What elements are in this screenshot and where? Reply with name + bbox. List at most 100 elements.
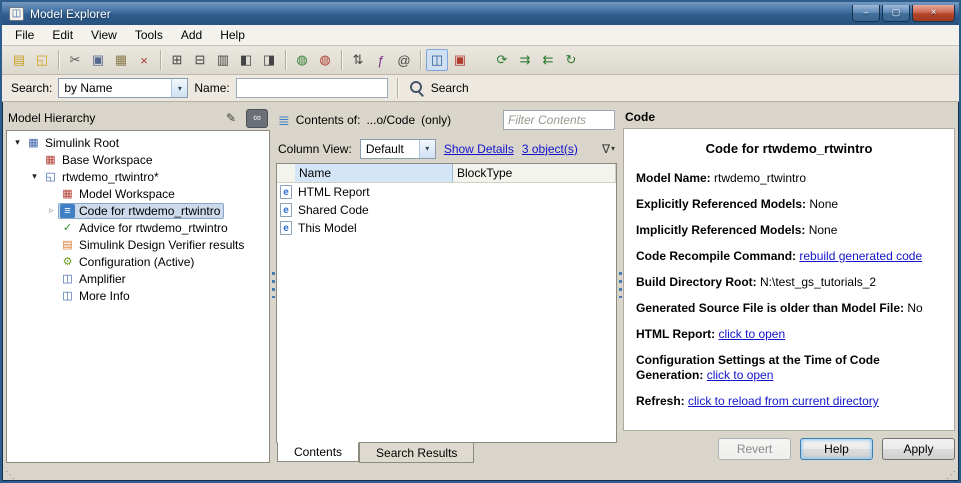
close-button[interactable]: ×	[912, 5, 955, 22]
app-icon: ◫	[9, 6, 24, 21]
menu-item-add[interactable]: Add	[172, 25, 211, 45]
new-model-icon[interactable]: ▤	[8, 49, 30, 71]
web-green-icon[interactable]: ◍	[291, 49, 313, 71]
list-view-icon[interactable]: ▥	[212, 49, 234, 71]
menubar: File Edit View Tools Add Help	[2, 25, 959, 46]
menu-item-file[interactable]: File	[6, 25, 43, 45]
column-header-name[interactable]: Name	[295, 164, 453, 182]
search-type-dropdown[interactable]: by Name ▾	[58, 78, 189, 98]
table-row-this-model[interactable]: e This Model	[277, 219, 616, 237]
tree-item-model-workspace[interactable]: ▦ Model Workspace	[7, 185, 269, 202]
search-button[interactable]: Search	[407, 79, 469, 97]
tab-contents[interactable]: Contents	[277, 442, 360, 462]
chevron-down-icon: ▾	[418, 139, 435, 158]
column-header-blocktype[interactable]: BlockType	[453, 164, 616, 182]
tree-item-simulink-design-verifier-results[interactable]: ▤ Simulink Design Verifier results	[7, 236, 269, 253]
split-right-icon[interactable]: ◨	[258, 49, 280, 71]
expander-icon[interactable]: ▾	[11, 137, 24, 148]
table-row-html-report[interactable]: e HTML Report	[277, 183, 616, 201]
toolbar: ▤ ◱ ✂ ▣ ▦ × ⊞ ⊟ ▥ ◧ ◨ ◍ ◍ ⇅ ƒ @ ◫ ▣ ⟳ ⇉ ⇇ ↻	[2, 46, 959, 75]
refresh-icon[interactable]: ↻	[560, 49, 582, 71]
field-value[interactable]: click to reload from current directory	[688, 394, 879, 408]
separator	[396, 78, 398, 98]
maximize-button[interactable]: ▢	[882, 5, 910, 22]
block-icon: ◫	[62, 290, 73, 302]
field-value: None	[808, 223, 838, 237]
tree-item-label: Amplifier	[79, 271, 126, 286]
menu-item-help[interactable]: Help	[211, 25, 254, 45]
objects-count-link[interactable]: 3 object(s)	[522, 142, 578, 156]
tree-item-advice-for-rtwdemo-rtwintro[interactable]: ✓ Advice for rtwdemo_rtwintro	[7, 219, 269, 236]
revert-changes-icon[interactable]: ⇇	[537, 49, 559, 71]
cell-name: HTML Report	[298, 185, 370, 199]
detail-field-explicitly-referenced-models: Explicitly Referenced Models: None	[636, 197, 942, 212]
base-workspace-icon: ▦	[45, 154, 56, 166]
column-view-toggle-icon[interactable]: ◫	[426, 49, 448, 71]
expander-icon[interactable]: ▹	[45, 205, 58, 216]
toolbar-separator	[58, 50, 59, 70]
update-diagram-icon[interactable]: ⟳	[491, 49, 513, 71]
toolbar-separator	[160, 50, 161, 70]
contents-toolbar: Column View: Default ▾ Show Details 3 ob…	[276, 134, 617, 163]
tree-item-label: Simulink Root	[45, 135, 120, 150]
model-hierarchy-tree: ▾ ▦ Simulink Root ▦ Base Workspace ▾ ◱ rtwdemo_…	[6, 130, 270, 463]
sort-icon[interactable]: ⇅	[347, 49, 369, 71]
field-label: Implicitly Referenced Models:	[636, 223, 809, 237]
filter-options-icon[interactable]: ∇ ▾	[602, 142, 615, 156]
copy-icon[interactable]: ▣	[87, 49, 109, 71]
tree-item-more-info[interactable]: ◫ More Info	[7, 287, 269, 304]
field-value[interactable]: click to open	[718, 327, 785, 341]
tree-item-label: Base Workspace	[62, 152, 153, 167]
paste-icon[interactable]: ▦	[110, 49, 132, 71]
split-left-icon[interactable]: ◧	[235, 49, 257, 71]
table-row-shared-code[interactable]: e Shared Code	[277, 201, 616, 219]
menu-item-tools[interactable]: Tools	[126, 25, 172, 45]
menu-item-edit[interactable]: Edit	[43, 25, 82, 45]
field-value[interactable]: click to open	[707, 368, 774, 382]
chevron-down-icon: ▾	[610, 144, 615, 153]
table-body: e HTML Report e Shared Code e This Model	[277, 183, 616, 442]
name-label: Name:	[194, 81, 230, 95]
propagate-icon[interactable]: ⇉	[514, 49, 536, 71]
open-icon[interactable]: ◱	[31, 49, 53, 71]
tree-item-label: Model Workspace	[79, 186, 175, 201]
code-icon: ≡	[60, 203, 75, 218]
tree-item-code-for-rtwdemo-rtwintro[interactable]: ▹ ≡ Code for rtwdemo_rtwintro	[7, 202, 269, 219]
show-details-link[interactable]: Show Details	[444, 142, 514, 156]
tree-item-label: Code for rtwdemo_rtwintro	[79, 203, 221, 218]
delete-icon[interactable]: ×	[133, 49, 155, 71]
at-icon[interactable]: @	[393, 49, 415, 71]
collapse-all-icon[interactable]: ⊟	[189, 49, 211, 71]
filter-contents-input[interactable]	[503, 110, 615, 130]
name-search-input[interactable]	[235, 78, 388, 98]
menu-item-view[interactable]: View	[82, 25, 126, 45]
pencil-icon[interactable]: ✎	[220, 109, 242, 128]
tree-item-rtwdemo-rtwintro[interactable]: ▾ ◱ rtwdemo_rtwintro*	[7, 168, 269, 185]
field-label: Explicitly Referenced Models:	[636, 197, 810, 211]
web-red-icon[interactable]: ◍	[314, 49, 336, 71]
contents-of-label: Contents of:	[295, 113, 361, 127]
function-icon[interactable]: ƒ	[370, 49, 392, 71]
resize-grip-icon[interactable]: ⋰	[946, 471, 956, 481]
glasses-icon[interactable]: ∞	[246, 108, 268, 128]
column-view-dropdown[interactable]: Default ▾	[359, 138, 436, 159]
apply-button[interactable]: Apply	[882, 438, 955, 460]
search-bar: Search: by Name ▾ Name: Search	[2, 75, 959, 102]
search-icon	[407, 79, 425, 97]
expand-all-icon[interactable]: ⊞	[166, 49, 188, 71]
tree-item-base-workspace[interactable]: ▦ Base Workspace	[7, 151, 269, 168]
tree-item-amplifier[interactable]: ◫ Amplifier	[7, 270, 269, 287]
search-button-label: Search	[430, 81, 469, 95]
dialog-pane-icon[interactable]: ▣	[449, 49, 471, 71]
expander-icon[interactable]: ▾	[28, 171, 41, 182]
help-button[interactable]: Help	[800, 438, 873, 460]
minimize-button[interactable]: –	[852, 5, 880, 22]
field-value[interactable]: rebuild generated code	[799, 249, 922, 263]
tree-item-configuration-active[interactable]: ⚙ Configuration (Active)	[7, 253, 269, 270]
contents-tabs: Contents Search Results	[276, 442, 617, 463]
tree-item-simulink-root[interactable]: ▾ ▦ Simulink Root	[7, 134, 269, 151]
tab-search-results[interactable]: Search Results	[359, 443, 475, 463]
cut-icon[interactable]: ✂	[64, 49, 86, 71]
advice-icon: ✓	[62, 222, 73, 234]
tree-item-content: ◫ More Info	[58, 288, 134, 304]
